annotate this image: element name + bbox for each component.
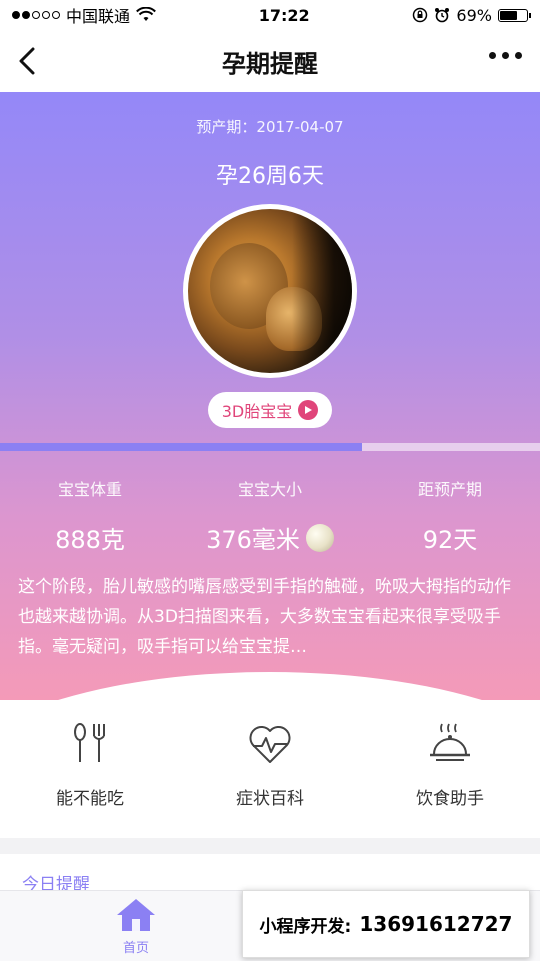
progress-fill: [0, 443, 362, 451]
promo-banner[interactable]: 小程序开发: 13691612727: [242, 890, 530, 958]
carrier-name: 中国联通: [66, 7, 131, 26]
back-arrow-icon: [19, 47, 35, 75]
stat-label: 距预产期: [417, 480, 482, 499]
wifi-icon: [136, 7, 156, 21]
more-dot-icon: [502, 52, 509, 59]
play-icon: [298, 400, 319, 420]
back-button[interactable]: [12, 44, 42, 78]
stat-value: 92天: [360, 520, 540, 555]
due-date: 预产期：2017-04-07: [196, 118, 344, 136]
pregnancy-progress-bar: [0, 443, 540, 451]
clock: 17:22: [258, 5, 310, 25]
battery-percent: 69%: [456, 5, 492, 25]
nav-bar: 孕期提醒: [0, 30, 540, 92]
stat-days-left: 距预产期 92天: [360, 476, 540, 555]
promo-phone: 13691612727: [359, 912, 513, 936]
tab-home[interactable]: 首页: [108, 897, 164, 956]
tool-diet-assistant[interactable]: 饮食助手: [360, 700, 540, 838]
stat-weight: 宝宝体重 888克: [0, 476, 180, 555]
days-left-value: 92天: [422, 526, 478, 554]
stat-value: 376毫米: [180, 520, 360, 555]
status-left: 中国联通: [12, 3, 156, 27]
development-description[interactable]: 这个阶段，胎儿敏感的嘴唇感受到手指的触碰，吮吸大拇指的动作也越来越协调。从3D扫…: [18, 572, 524, 662]
tool-can-eat[interactable]: 能不能吃: [0, 700, 180, 838]
baby-3d-image[interactable]: [183, 204, 357, 378]
tool-label: 能不能吃: [56, 789, 124, 809]
more-button[interactable]: [489, 52, 522, 59]
3d-baby-button[interactable]: 3D胎宝宝: [208, 392, 332, 428]
heart-pulse-icon: [249, 726, 291, 763]
utensils-icon: [74, 723, 105, 762]
more-dot-icon: [489, 52, 496, 59]
section-divider: [0, 838, 540, 854]
battery-icon: [497, 8, 531, 22]
tool-label: 饮食助手: [416, 789, 484, 809]
tool-label: 症状百科: [236, 789, 304, 809]
size-value: 376毫米: [206, 526, 300, 554]
signal-strength-icon: [12, 11, 60, 19]
status-right: 69%: [412, 5, 531, 25]
stat-label: 宝宝大小: [237, 480, 302, 499]
alarm-icon: [435, 8, 450, 23]
cloche-icon: [430, 723, 470, 761]
more-dot-icon: [515, 52, 522, 59]
battery-level: [499, 10, 517, 20]
3d-baby-button-label: 3D胎宝宝: [221, 402, 293, 421]
cauliflower-icon: [305, 523, 334, 552]
home-icon: [117, 899, 155, 931]
status-bar: 中国联通 17:22 69%: [0, 0, 540, 30]
hero-bottom-curve: [0, 672, 540, 700]
tool-grid: 能不能吃 症状百科 饮食助手: [0, 700, 540, 838]
stat-label: 宝宝体重: [57, 480, 122, 499]
promo-label: 小程序开发:: [259, 916, 352, 937]
weight-value: 888克: [55, 526, 125, 554]
orientation-lock-icon: [413, 7, 428, 23]
pregnancy-week: 孕26周6天: [216, 164, 324, 189]
stat-size: 宝宝大小 376毫米: [180, 476, 360, 555]
tool-symptoms[interactable]: 症状百科: [180, 700, 360, 838]
stat-value: 888克: [0, 520, 180, 555]
page-title: 孕期提醒: [222, 49, 318, 78]
baby-stats: 宝宝体重 888克 宝宝大小 376毫米 距预产期 92天: [0, 476, 540, 555]
pregnancy-hero: 预产期：2017-04-07 孕26周6天 3D胎宝宝 宝宝体重 888克 宝宝…: [0, 92, 540, 700]
tab-home-label: 首页: [122, 941, 149, 956]
image-shadow: [292, 209, 352, 373]
